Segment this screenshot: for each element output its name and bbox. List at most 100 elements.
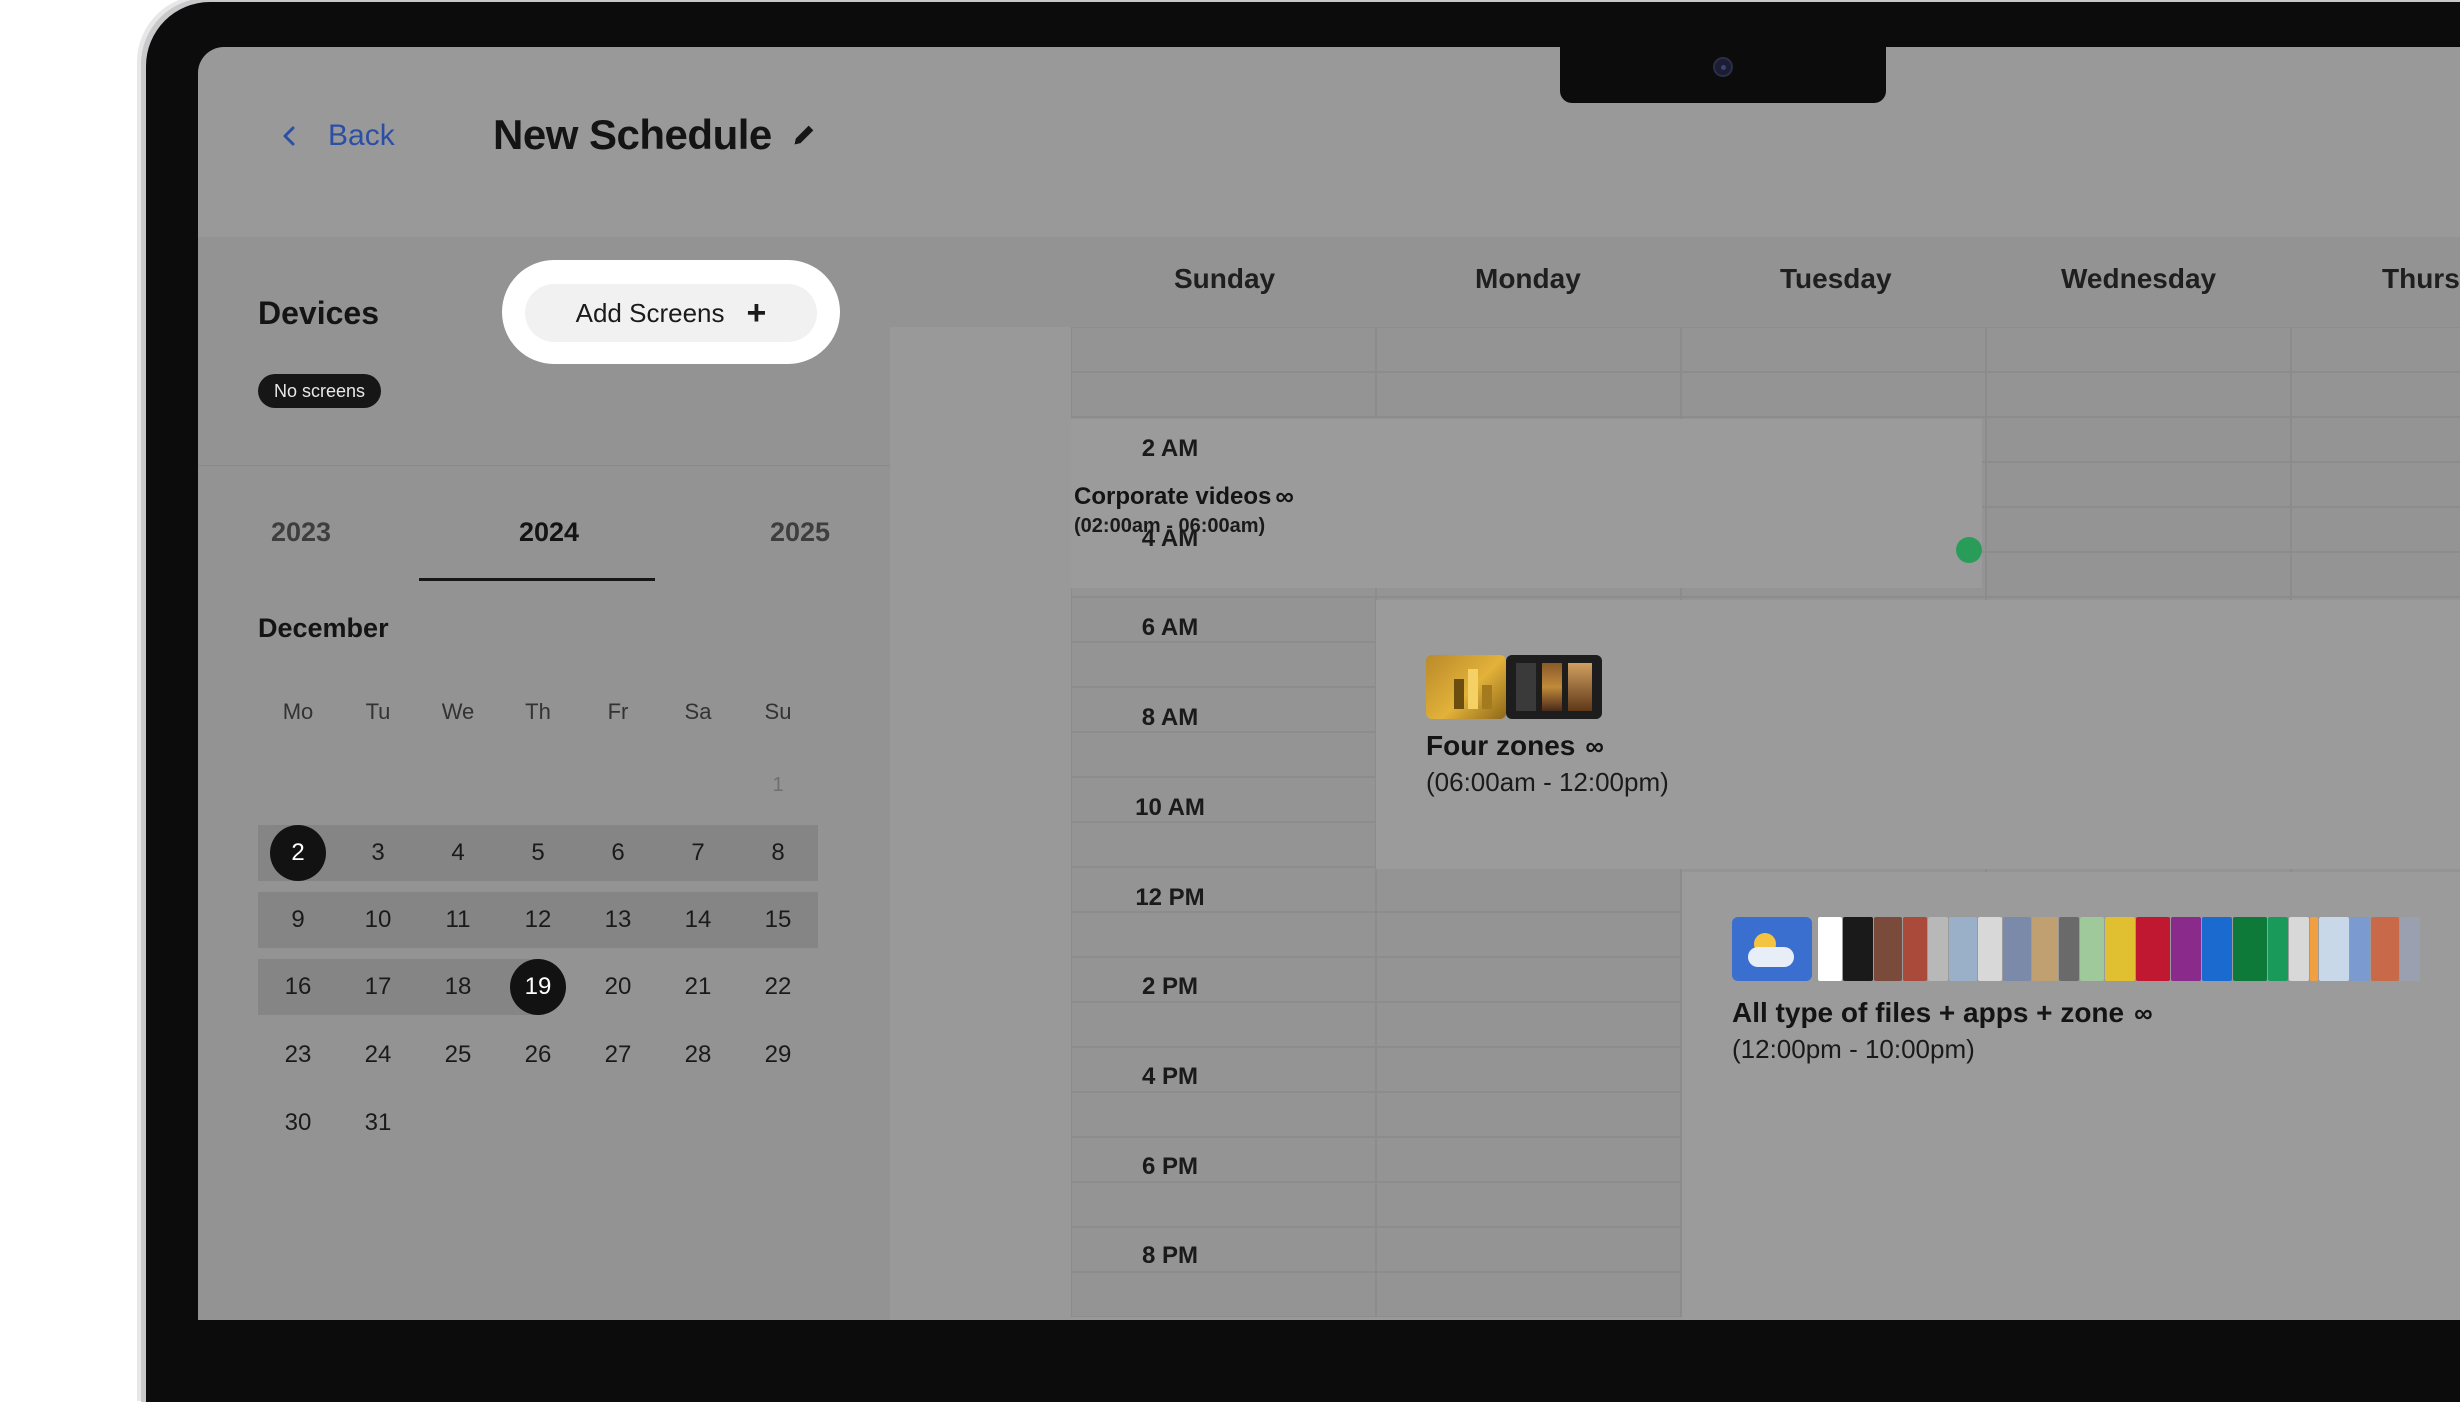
media-thumbnail: [2268, 917, 2288, 981]
infinity-icon: ∞: [1585, 730, 1604, 761]
time-slot[interactable]: [2291, 507, 2460, 552]
time-slot[interactable]: [1376, 1227, 1681, 1272]
time-slot[interactable]: [1681, 372, 1986, 417]
calendar-day[interactable]: 15: [750, 892, 806, 948]
status-badge: No screens: [258, 374, 382, 408]
back-button[interactable]: Back: [278, 119, 395, 153]
calendar-day[interactable]: 11: [430, 892, 486, 948]
media-thumbnail: [2319, 917, 2349, 981]
calendar-day[interactable]: 9: [270, 892, 326, 948]
event-title-text: Four zones: [1426, 730, 1576, 761]
calendar-day[interactable]: 4: [430, 825, 486, 881]
time-slot[interactable]: [1986, 507, 2291, 552]
pencil-icon[interactable]: [790, 121, 818, 149]
chevron-left-icon: [283, 126, 295, 146]
time-slot[interactable]: [1376, 1092, 1681, 1137]
time-label: 4 PM: [1141, 1062, 1198, 1090]
calendar-day[interactable]: 26: [510, 1027, 566, 1083]
calendar-day[interactable]: 6: [590, 825, 646, 881]
day-header-monday: Monday: [1475, 263, 1581, 294]
time-slot[interactable]: [1376, 1002, 1681, 1047]
time-label: 2 PM: [1141, 973, 1198, 1001]
year-tab-2025[interactable]: 2025: [770, 517, 830, 548]
time-slot[interactable]: [1071, 912, 1376, 957]
calendar-day[interactable]: 18: [430, 959, 486, 1015]
time-slot[interactable]: [1376, 1047, 1681, 1092]
time-label: 2 AM: [1141, 435, 1199, 462]
devices-heading: Devices: [258, 295, 379, 331]
time-slot[interactable]: [1986, 327, 2291, 372]
calendar-day[interactable]: 10: [350, 892, 406, 948]
calendar-day[interactable]: 2: [270, 825, 326, 881]
event-title: Corporate videos ∞: [1074, 481, 1294, 512]
media-thumbnail: [2350, 917, 2370, 981]
add-screens-button[interactable]: Add Screens +: [525, 284, 817, 342]
calendar-day[interactable]: 13: [590, 892, 646, 948]
time-slot[interactable]: [2291, 552, 2460, 597]
day-header-thursday: Thurs: [2382, 263, 2460, 294]
time-slot[interactable]: [1376, 1272, 1681, 1317]
year-tab-2024[interactable]: 2024: [519, 517, 579, 548]
event-all-files[interactable]: All type of files + apps + zone ∞ (12:00…: [1682, 872, 2460, 1320]
calendar-day[interactable]: 7: [670, 825, 726, 881]
time-slot[interactable]: [1376, 327, 1681, 372]
media-thumbnail: [2202, 917, 2232, 981]
media-thumbnail: [1426, 655, 1506, 719]
time-slot[interactable]: [1376, 372, 1681, 417]
weekday-label: Tu: [365, 699, 391, 724]
time-slot[interactable]: [2291, 462, 2460, 507]
time-slot[interactable]: [1071, 1182, 1376, 1227]
time-slot[interactable]: [1376, 1182, 1681, 1227]
time-slot[interactable]: [1071, 1092, 1376, 1137]
calendar-day[interactable]: 12: [510, 892, 566, 948]
calendar-day[interactable]: 25: [430, 1027, 486, 1083]
calendar-day[interactable]: 17: [350, 959, 406, 1015]
event-title: All type of files + apps + zone ∞: [1732, 997, 2153, 1029]
time-slot[interactable]: [1986, 372, 2291, 417]
time-slot[interactable]: [1376, 957, 1681, 1002]
weather-app-thumbnail: [1732, 917, 1812, 981]
time-slot[interactable]: [2291, 372, 2460, 417]
calendar-day[interactable]: 16: [270, 959, 326, 1015]
calendar-day[interactable]: 8: [750, 825, 806, 881]
calendar-day[interactable]: 28: [670, 1027, 726, 1083]
time-slot[interactable]: [1071, 372, 1376, 417]
camera-icon: [1713, 57, 1733, 77]
time-slot[interactable]: [1071, 732, 1376, 777]
weekday-label: Su: [764, 699, 792, 724]
calendar-day[interactable]: 3: [350, 825, 406, 881]
time-slot[interactable]: [1681, 327, 1986, 372]
time-slot[interactable]: [1071, 642, 1376, 687]
calendar-day[interactable]: 21: [670, 959, 726, 1015]
time-slot[interactable]: [1376, 1137, 1681, 1182]
time-slot[interactable]: [1071, 822, 1376, 867]
weekday-label: Mo: [282, 699, 314, 724]
calendar-day[interactable]: 27: [590, 1027, 646, 1083]
calendar-day[interactable]: 19: [510, 959, 566, 1015]
media-thumbnail: [1843, 917, 1873, 981]
calendar-day[interactable]: 1: [750, 757, 806, 813]
calendar-day[interactable]: 23: [270, 1027, 326, 1083]
time-slot[interactable]: [2291, 417, 2460, 462]
time-slot[interactable]: [1071, 1272, 1376, 1317]
schedule-name: New Schedule: [493, 111, 772, 158]
time-slot[interactable]: [1071, 1002, 1376, 1047]
time-slot[interactable]: [1376, 867, 1681, 912]
time-slot[interactable]: [2291, 327, 2460, 372]
calendar-day[interactable]: 14: [670, 892, 726, 948]
calendar-day[interactable]: 30: [270, 1095, 326, 1151]
calendar-day[interactable]: 31: [350, 1095, 406, 1151]
event-four-zones[interactable]: Four zones ∞ (06:00am - 12:00pm): [1376, 600, 2460, 869]
calendar-day[interactable]: 5: [510, 825, 566, 881]
time-slot[interactable]: [1986, 462, 2291, 507]
year-tab-2023[interactable]: 2023: [271, 517, 331, 548]
media-thumbnail: [2171, 917, 2201, 981]
time-slot[interactable]: [1986, 417, 2291, 462]
time-slot[interactable]: [1071, 327, 1376, 372]
calendar-day[interactable]: 20: [590, 959, 646, 1015]
time-slot[interactable]: [1376, 912, 1681, 957]
calendar-day[interactable]: 29: [750, 1027, 806, 1083]
time-slot[interactable]: [1986, 552, 2291, 597]
calendar-day[interactable]: 22: [750, 959, 806, 1015]
calendar-day[interactable]: 24: [350, 1027, 406, 1083]
